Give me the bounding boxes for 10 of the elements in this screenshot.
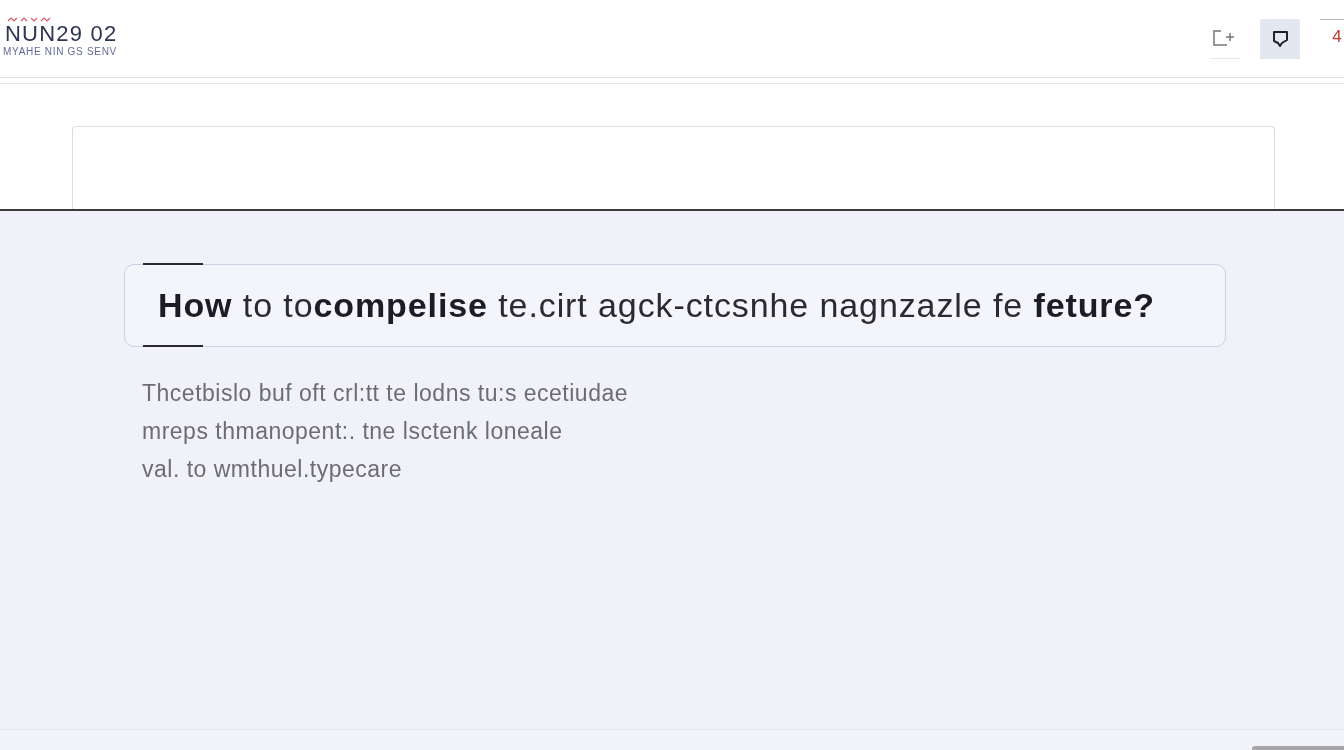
badge-number: 4 xyxy=(1332,27,1342,46)
chat-button[interactable] xyxy=(1260,18,1300,59)
text-field[interactable] xyxy=(72,126,1275,209)
logo-mark-icon xyxy=(7,16,51,23)
logo-subtitle: MYAHE NIN GS SENV xyxy=(3,46,117,58)
chat-bubble-icon xyxy=(1271,29,1289,47)
logo-title: NUN29 02 xyxy=(5,23,118,45)
add-frame-icon xyxy=(1213,30,1237,46)
question-heading: How to tocompelise te.cirt agck-ctcsnhe nagnzazle fe feture? xyxy=(158,286,1155,325)
answer-paragraph: Thcetbislo buf oft crl:tt te lodns tu:s ecetiudae mreps thmanopent:. tne lsctenk loneale val. to wmthuel.typecare xyxy=(142,379,629,484)
